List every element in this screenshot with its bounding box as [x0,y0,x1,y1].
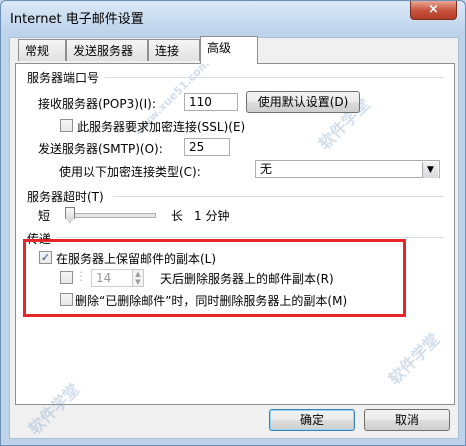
tab-advanced[interactable]: 高级 [200,36,258,64]
ssl-checkbox[interactable] [60,119,73,132]
incoming-port-input[interactable]: 110 [184,93,238,111]
delivery-group-divider [57,237,443,238]
use-defaults-button[interactable]: 使用默认设置(D) [246,91,360,113]
tab-general[interactable]: 常规 [18,39,66,61]
tab-connection-label: 连接 [155,44,180,58]
close-button[interactable]: × [410,1,457,20]
tab-outgoing-server[interactable]: 发送服务器 [66,39,148,61]
chevron-down-icon: ▼ [422,162,438,178]
ok-button[interactable]: 确定 [269,409,355,431]
ports-group-label: 服务器端口号 [27,71,100,85]
incoming-port-label: 接收服务器(POP3)(I): [38,97,156,111]
encryption-type-value: 无 [260,162,273,176]
dialog-window: Internet 电子邮件设置 × 常规 发送服务器 连接 高级 软件学堂 软件… [0,0,466,446]
window-title: Internet 电子邮件设置 [10,12,144,27]
timeout-group-label: 服务器超时(T) [27,190,104,204]
encryption-type-label: 使用以下加密连接类型(C): [59,165,201,179]
tab-general-label: 常规 [25,44,50,58]
ports-group-divider [105,77,443,78]
smtp-port-input[interactable]: 25 [184,138,230,156]
close-icon: × [428,2,439,17]
encryption-type-select[interactable]: 无 ▼ [255,160,440,178]
highlight-box [23,239,406,317]
smtp-port-label: 发送服务器(SMTP)(O): [38,142,163,156]
timeout-value: 1 分钟 [194,209,230,223]
timeout-group-divider [113,196,443,197]
tab-advanced-label: 高级 [207,41,232,55]
tab-connection[interactable]: 连接 [148,39,200,61]
timeout-short-label: 短 [38,209,51,223]
timeout-slider-track[interactable] [68,213,156,218]
advanced-tab-content [15,63,455,405]
tab-outgoing-server-label: 发送服务器 [73,44,134,58]
ssl-label: 此服务器要求加密连接(SSL)(E) [77,120,246,134]
cancel-button[interactable]: 取消 [364,409,450,431]
timeout-long-label: 长 [171,209,184,223]
